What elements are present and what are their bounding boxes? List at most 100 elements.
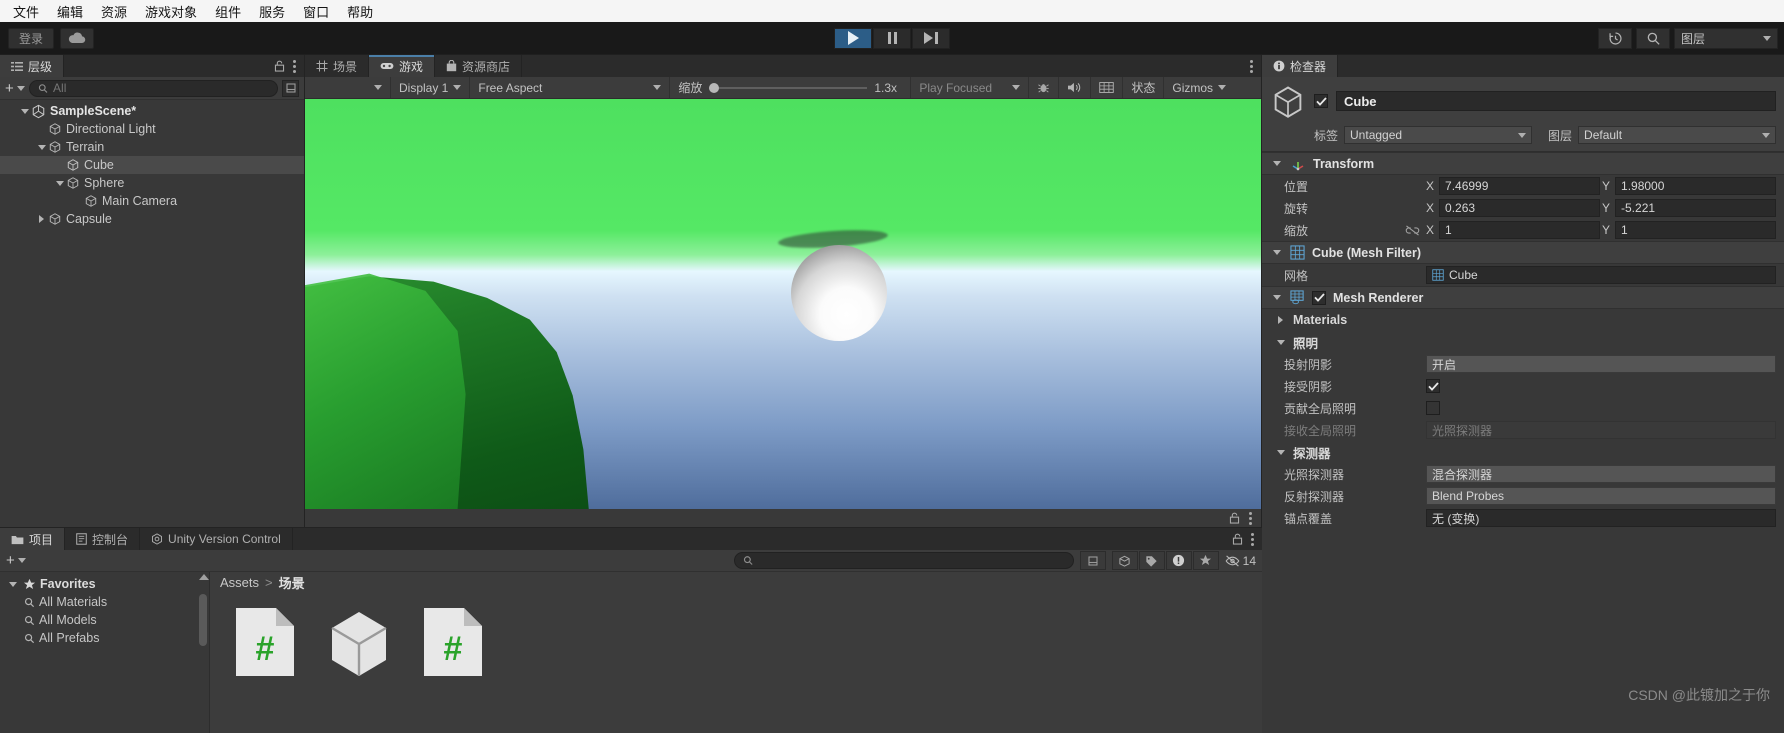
layer-dropdown[interactable]: Default (1578, 126, 1776, 144)
rotation-x-field[interactable]: 0.263 (1439, 199, 1600, 217)
project-add-button[interactable]: + (6, 552, 26, 569)
lock-icon[interactable] (274, 60, 285, 72)
materials-foldout[interactable]: Materials (1262, 309, 1784, 331)
mute-audio-button[interactable] (1059, 77, 1092, 98)
hierarchy-add-button[interactable]: + (5, 80, 25, 97)
search-icon[interactable] (1636, 27, 1670, 49)
error-filter-button[interactable] (1165, 551, 1192, 570)
probes-foldout[interactable]: 探测器 (1262, 441, 1784, 463)
menu-item-assets[interactable]: 资源 (92, 0, 136, 23)
breadcrumb-assets[interactable]: Assets (220, 575, 259, 590)
tab-game[interactable]: 游戏 (369, 55, 436, 77)
hierarchy-item-samplescene[interactable]: SampleScene* (0, 102, 304, 120)
twisty-down-icon[interactable] (1270, 161, 1283, 166)
step-button[interactable] (912, 27, 950, 49)
lock-icon[interactable] (1229, 512, 1240, 524)
contribute-gi-checkbox[interactable] (1426, 401, 1440, 415)
asset-item-script[interactable]: # (228, 606, 302, 719)
cast-shadows-dropdown[interactable]: 开启 (1426, 355, 1776, 373)
tab-hierarchy[interactable]: 层级 (0, 55, 65, 77)
hierarchy-item-cube[interactable]: Cube (0, 156, 304, 174)
favorites-filter-button[interactable] (1192, 551, 1219, 570)
menu-item-services[interactable]: 服务 (250, 0, 294, 23)
tab-scene[interactable]: 场景 (305, 55, 370, 77)
project-tree-all-models[interactable]: All Models (0, 611, 209, 629)
component-header-transform[interactable]: Transform (1262, 152, 1784, 175)
zoom-slider-handle[interactable] (709, 82, 720, 93)
project-tree-scrollbar[interactable] (199, 574, 209, 731)
project-search-input[interactable] (758, 553, 1065, 568)
project-search[interactable] (733, 552, 1074, 569)
project-menu-icon[interactable] (1251, 532, 1254, 546)
component-header-mesh-renderer[interactable]: Mesh Renderer (1262, 286, 1784, 309)
twisty-right-icon[interactable] (35, 215, 48, 223)
hierarchy-item-sphere[interactable]: Sphere (0, 174, 304, 192)
project-tree-all-prefabs[interactable]: All Prefabs (0, 629, 209, 647)
hierarchy-item-terrain[interactable]: Terrain (0, 138, 304, 156)
twisty-down-icon[interactable] (18, 108, 31, 114)
mesh-object-field[interactable]: Cube (1426, 266, 1776, 284)
tag-dropdown[interactable]: Untagged (1344, 126, 1533, 144)
game-view-options-dropdown[interactable] (305, 77, 391, 98)
twisty-right-icon[interactable] (1274, 316, 1287, 324)
position-y-field[interactable]: 1.98000 (1615, 177, 1776, 195)
tab-project[interactable]: 项目 (0, 528, 66, 550)
twisty-down-icon[interactable] (1274, 339, 1287, 345)
pause-button[interactable] (873, 27, 911, 49)
tab-console[interactable]: 控制台 (65, 528, 141, 550)
breadcrumb-current[interactable]: 场景 (279, 573, 305, 592)
twisty-down-icon[interactable] (53, 180, 66, 186)
play-button[interactable] (834, 27, 872, 49)
menu-item-component[interactable]: 组件 (206, 0, 250, 23)
reflection-probes-dropdown[interactable]: Blend Probes (1426, 487, 1776, 505)
anchor-override-field[interactable]: 无 (变换) (1426, 509, 1776, 527)
object-name-field[interactable]: Cube (1336, 91, 1776, 111)
stats-button[interactable]: 状态 (1123, 77, 1165, 98)
scale-link-toggle[interactable] (1400, 224, 1424, 236)
tab-inspector[interactable]: 检查器 (1262, 55, 1339, 77)
mesh-renderer-enabled-checkbox[interactable] (1312, 290, 1326, 305)
scale-y-field[interactable]: 1 (1615, 221, 1776, 239)
twisty-down-icon[interactable] (1270, 250, 1283, 255)
twisty-down-icon[interactable] (1270, 295, 1283, 300)
asset-item-prefab[interactable] (322, 606, 396, 719)
object-enabled-checkbox[interactable] (1314, 94, 1328, 108)
zoom-slider[interactable] (709, 82, 868, 93)
twisty-down-icon[interactable] (35, 144, 48, 150)
diagnostics-button[interactable] (1029, 77, 1060, 98)
component-header-mesh-filter[interactable]: Cube (Mesh Filter) (1262, 241, 1784, 264)
stats-grid-button[interactable] (1091, 77, 1124, 98)
asset-item-script-2[interactable]: # (416, 606, 490, 719)
history-icon[interactable] (1598, 27, 1632, 49)
lock-icon[interactable] (1232, 533, 1243, 545)
receive-shadows-checkbox[interactable] (1426, 379, 1440, 393)
menu-item-edit[interactable]: 编辑 (48, 0, 92, 23)
cloud-icon[interactable] (60, 27, 95, 49)
play-focused-dropdown[interactable]: Play Focused (911, 77, 1030, 98)
tab-version-control[interactable]: Unity Version Control (140, 528, 293, 550)
filter-label-button[interactable] (1138, 551, 1165, 570)
scrollbar-thumb[interactable] (199, 594, 207, 646)
menu-item-file[interactable]: 文件 (4, 0, 48, 23)
game-view-statusbar-menu-icon[interactable] (1249, 511, 1252, 525)
lighting-foldout[interactable]: 照明 (1262, 331, 1784, 353)
twisty-down-icon[interactable] (6, 581, 19, 587)
hierarchy-item-capsule[interactable]: Capsule (0, 210, 304, 228)
menu-item-help[interactable]: 帮助 (338, 0, 382, 23)
scale-x-field[interactable]: 1 (1439, 221, 1600, 239)
project-search-mode-button[interactable] (1079, 551, 1106, 570)
position-x-field[interactable]: 7.46999 (1439, 177, 1600, 195)
game-view-menu-icon[interactable] (1250, 59, 1253, 73)
layers-dropdown[interactable]: 图层 (1674, 27, 1778, 49)
hierarchy-search-input[interactable] (53, 81, 269, 95)
tab-asset-store[interactable]: 资源商店 (435, 55, 523, 77)
display-dropdown[interactable]: Display 1 (391, 77, 471, 98)
hierarchy-item-main-camera[interactable]: Main Camera (0, 192, 304, 210)
hidden-items-indicator[interactable]: 14 (1220, 554, 1256, 568)
game-view-render[interactable] (305, 99, 1261, 509)
sign-in-button[interactable]: 登录 (8, 27, 55, 49)
hierarchy-search[interactable] (28, 79, 278, 97)
gizmos-dropdown[interactable]: Gizmos (1164, 77, 1234, 98)
rotation-y-field[interactable]: -5.221 (1615, 199, 1776, 217)
hierarchy-menu-icon[interactable] (293, 59, 296, 73)
